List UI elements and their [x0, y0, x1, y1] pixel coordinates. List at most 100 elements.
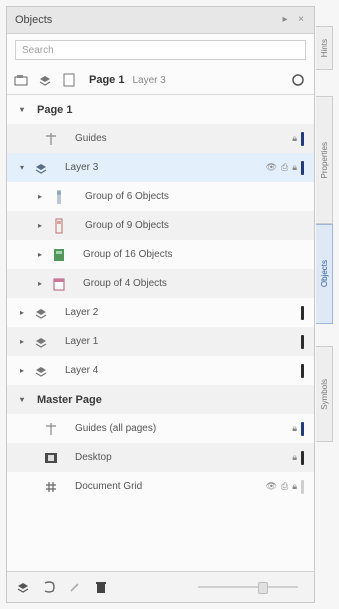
collapse-arrow-icon[interactable]: ▾: [17, 105, 27, 114]
visible-icon[interactable]: 👁︎: [266, 162, 277, 173]
lock-icon[interactable]: 🔒︎: [292, 162, 297, 173]
list-item-guides-all-pages[interactable]: Guides (all pages) 🔒︎: [7, 414, 314, 443]
group-thumbnail-icon: [51, 189, 67, 205]
list-item-document-grid[interactable]: Document Grid 👁︎ ⎙ 🔒︎: [7, 472, 314, 501]
list-item-label: Guides: [75, 133, 107, 144]
close-icon[interactable]: ×: [296, 15, 306, 25]
list-item-layer-2[interactable]: ▸ Layer 2: [7, 298, 314, 327]
list-item-group-4[interactable]: ▸ Group of 4 Objects: [7, 269, 314, 298]
layer-manager-icon[interactable]: [37, 72, 53, 88]
list-item-label: Layer 1: [65, 336, 99, 347]
list-item-label: Group of 16 Objects: [83, 249, 173, 260]
list-item-group-16[interactable]: ▸ Group of 16 Objects: [7, 240, 314, 269]
lock-icon[interactable]: 🔒︎: [292, 481, 297, 492]
tab-label: Symbols: [319, 378, 329, 410]
list-item-guides[interactable]: Guides 🔒︎: [7, 124, 314, 153]
lock-icon[interactable]: 🔒︎: [292, 133, 297, 144]
page-icon[interactable]: [61, 72, 77, 88]
layer-color-swatch[interactable]: [301, 363, 304, 378]
layer-color-swatch[interactable]: [301, 421, 304, 436]
search-placeholder: Search: [22, 44, 54, 56]
tab-label: Hints: [319, 38, 329, 58]
thumbnail-size-slider[interactable]: [198, 582, 298, 594]
expand-arrow-icon[interactable]: ▸: [35, 279, 45, 288]
list-item-label: Layer 4: [65, 365, 99, 376]
list-item-group-6[interactable]: ▸ Group of 6 Objects: [7, 182, 314, 211]
collapse-arrow-icon[interactable]: ▾: [17, 163, 27, 172]
tab-label: Objects: [319, 260, 329, 288]
page-label: Page 1: [37, 103, 73, 116]
page-label: Master Page: [37, 393, 102, 406]
screen-background: Objects ▸ × Search Page 1 Layer 3 ▾ Page…: [0, 0, 339, 609]
list-item-layer-1[interactable]: ▸ Layer 1: [7, 327, 314, 356]
group-thumbnail-icon: [51, 247, 67, 263]
list-item-label: Group of 4 Objects: [83, 278, 167, 289]
current-layer-label: Layer 3: [132, 74, 166, 86]
group-thumbnail-icon: [51, 276, 67, 292]
new-master-layer-icon[interactable]: [41, 579, 57, 595]
layer-color-swatch[interactable]: [301, 479, 304, 494]
row-controls: 🔒︎: [292, 414, 304, 443]
row-controls: [301, 356, 304, 385]
row-controls: 👁︎ ⎙ 🔒︎: [266, 153, 304, 182]
objects-toolbar: Page 1 Layer 3: [7, 66, 314, 95]
lock-icon[interactable]: 🔒︎: [292, 452, 297, 463]
page-row-page-1[interactable]: ▾ Page 1: [7, 95, 314, 124]
slider-handle[interactable]: [258, 582, 268, 594]
list-item-layer-3[interactable]: ▾ Layer 3 👁︎ ⎙ 🔒︎: [7, 153, 314, 182]
tab-objects[interactable]: Objects: [316, 224, 333, 324]
docker-side-tabs: Hints Properties Objects Symbols: [316, 26, 334, 456]
row-controls: 🔒︎: [292, 443, 304, 472]
grid-icon: [43, 479, 59, 495]
layer-color-swatch[interactable]: [301, 305, 304, 320]
undock-icon[interactable]: ▸: [280, 15, 290, 25]
layer-color-swatch[interactable]: [301, 160, 304, 175]
docker-title: Objects: [15, 14, 53, 26]
guides-icon: [43, 131, 59, 147]
layer-icon: [33, 305, 49, 321]
edit-icon[interactable]: [67, 579, 83, 595]
delete-icon[interactable]: [93, 579, 109, 595]
new-layer-icon[interactable]: [15, 579, 31, 595]
search-input[interactable]: Search: [15, 40, 306, 60]
row-controls: [301, 298, 304, 327]
list-item-label: Layer 3: [65, 162, 99, 173]
expand-arrow-icon[interactable]: ▸: [35, 221, 45, 230]
layer-color-swatch[interactable]: [301, 450, 304, 465]
tab-hints[interactable]: Hints: [316, 26, 333, 70]
desktop-icon: [43, 450, 59, 466]
list-item-label: Guides (all pages): [75, 423, 157, 434]
visible-icon[interactable]: 👁︎: [266, 481, 277, 492]
expand-arrow-icon[interactable]: ▸: [17, 366, 27, 375]
layer-icon: [33, 363, 49, 379]
expand-arrow-icon[interactable]: ▸: [35, 250, 45, 259]
show-object-properties-icon[interactable]: [13, 72, 29, 88]
collapse-arrow-icon[interactable]: ▾: [17, 395, 27, 404]
expand-arrow-icon[interactable]: ▸: [35, 192, 45, 201]
list-item-label: Group of 9 Objects: [85, 220, 169, 231]
row-controls: 👁︎ ⎙ 🔒︎: [266, 472, 304, 501]
row-controls: [301, 327, 304, 356]
lock-icon[interactable]: 🔒︎: [292, 423, 297, 434]
tab-properties[interactable]: Properties: [316, 96, 333, 224]
objects-docker: Objects ▸ × Search Page 1 Layer 3 ▾ Page…: [6, 6, 315, 603]
layer-icon: [33, 334, 49, 350]
page-row-master-page[interactable]: ▾ Master Page: [7, 385, 314, 414]
list-item-layer-4[interactable]: ▸ Layer 4: [7, 356, 314, 385]
expand-arrow-icon[interactable]: ▸: [17, 337, 27, 346]
guides-icon: [43, 421, 59, 437]
list-item-group-9[interactable]: ▸ Group of 9 Objects: [7, 211, 314, 240]
print-icon[interactable]: ⎙: [281, 481, 288, 492]
list-item-desktop[interactable]: Desktop 🔒︎: [7, 443, 314, 472]
list-item-label: Document Grid: [75, 481, 143, 492]
group-thumbnail-icon: [51, 218, 67, 234]
list-item-label: Desktop: [75, 452, 112, 463]
print-icon[interactable]: ⎙: [281, 162, 288, 173]
row-controls: 🔒︎: [292, 124, 304, 153]
current-page-label: Page 1: [89, 74, 125, 86]
tab-symbols[interactable]: Symbols: [316, 346, 333, 442]
layer-color-swatch[interactable]: [301, 131, 304, 146]
expand-arrow-icon[interactable]: ▸: [17, 308, 27, 317]
layer-color-swatch[interactable]: [301, 334, 304, 349]
options-icon[interactable]: [290, 72, 306, 88]
